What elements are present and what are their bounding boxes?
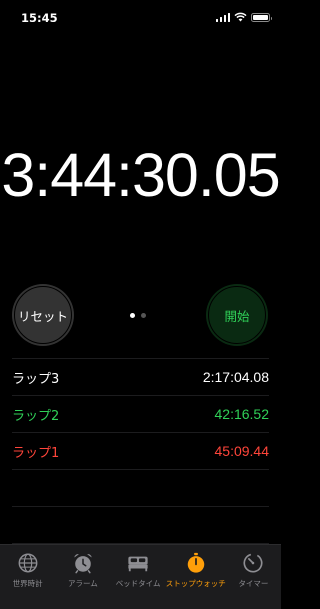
page-indicator[interactable] xyxy=(130,313,146,318)
lap-time: 45:09.44 xyxy=(214,443,270,459)
tab-alarm[interactable]: アラーム xyxy=(55,545,110,609)
lap-time: 2:17:04.08 xyxy=(202,369,269,385)
lap-label: ラップ3 xyxy=(12,371,60,387)
lap-label: ラップ2 xyxy=(12,408,60,424)
status-icons xyxy=(215,12,272,22)
tab-bedtime[interactable]: ベッドタイム xyxy=(111,545,166,609)
tab-label: 世界時計 xyxy=(12,579,43,588)
lap-label: ラップ1 xyxy=(12,445,60,461)
start-button[interactable]: 開始 xyxy=(206,284,268,346)
status-bar: 15:45 xyxy=(0,0,281,36)
tab-stopwatch[interactable]: ストップウォッチ xyxy=(166,545,226,609)
page-dot-active xyxy=(130,313,135,318)
stopwatch-display: 3:44:30.05 xyxy=(1,141,280,209)
tab-world-clock[interactable]: 世界時計 xyxy=(0,545,55,609)
timer-icon xyxy=(243,553,263,573)
tab-label: タイマー xyxy=(238,579,269,588)
empty-lap-row xyxy=(12,470,269,507)
reset-button[interactable]: リセット xyxy=(12,284,74,346)
tab-timer[interactable]: タイマー xyxy=(226,545,281,609)
bed-icon xyxy=(128,556,148,572)
lap-row: ラップ3 2:17:04.08 xyxy=(12,359,269,396)
lap-row-slowest: ラップ1 45:09.44 xyxy=(12,433,269,470)
alarm-clock-icon xyxy=(74,554,92,574)
tab-bar: 世界時計 アラーム ベッドタイム ストップウォッチ タイマー xyxy=(0,544,281,609)
cellular-signal-icon xyxy=(215,13,230,22)
tab-label: ベッドタイム xyxy=(115,579,161,588)
wifi-icon xyxy=(234,12,247,22)
tab-label: アラーム xyxy=(67,579,98,588)
lap-time: 42:16.52 xyxy=(214,406,270,422)
reset-button-label: リセット xyxy=(17,308,68,324)
start-button-label: 開始 xyxy=(224,308,250,324)
tab-label: ストップウォッチ xyxy=(165,579,226,588)
empty-lap-row xyxy=(12,507,269,544)
status-time: 15:45 xyxy=(21,11,58,25)
lap-list[interactable]: ラップ3 2:17:04.08 ラップ2 42:16.52 ラップ1 45:09… xyxy=(12,358,269,544)
page-dot-inactive xyxy=(141,313,146,318)
battery-icon xyxy=(251,13,272,22)
lap-row-fastest: ラップ2 42:16.52 xyxy=(12,396,269,433)
globe-icon xyxy=(18,553,38,573)
stopwatch-icon xyxy=(187,552,204,573)
